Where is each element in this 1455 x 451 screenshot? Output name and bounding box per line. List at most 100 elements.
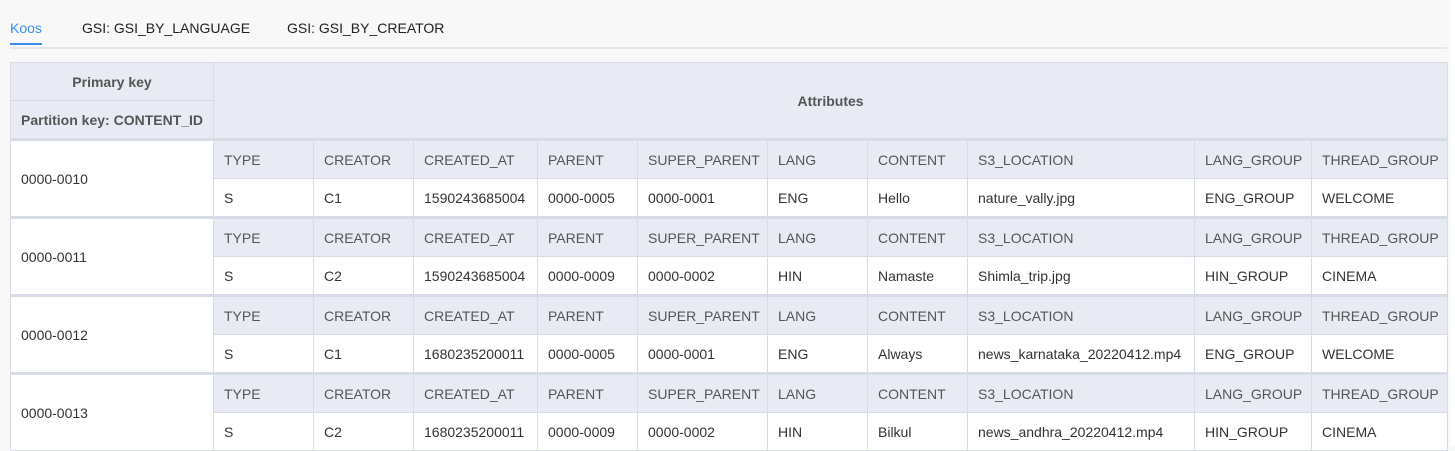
attribute-value[interactable]: CINEMA [1310, 256, 1449, 296]
attribute-value[interactable]: Bilkul [867, 412, 968, 451]
primary-key-header: Primary key [10, 62, 214, 101]
attribute-name: S3_LOCATION [967, 372, 1195, 413]
attribute-value[interactable]: HIN [767, 412, 868, 451]
attribute-value[interactable]: news_andhra_20220412.mp4 [967, 412, 1195, 451]
attribute-value[interactable]: Shimla_trip.jpg [967, 256, 1195, 296]
attribute-value[interactable]: 0000-0002 [637, 412, 768, 451]
attribute-name: CREATOR [313, 139, 414, 179]
attribute-value[interactable]: S [213, 178, 314, 218]
partition-key-value[interactable]: 0000-0012 [10, 294, 214, 374]
attribute-value[interactable]: 0000-0002 [637, 256, 768, 296]
partition-key-header: Partition key: CONTENT_ID [10, 100, 214, 141]
attribute-name: THREAD_GROUP [1310, 294, 1449, 335]
attribute-value[interactable]: Always [867, 334, 968, 374]
attribute-value[interactable]: 1590243685004 [413, 256, 538, 296]
attribute-name: PARENT [537, 294, 638, 335]
attribute-value[interactable]: HIN_GROUP [1194, 256, 1312, 296]
attribute-name: CREATOR [313, 216, 414, 257]
item-attribute-names-row: 0000-0013 TYPE CREATOR CREATED_AT PARENT SUPE… [10, 372, 1449, 451]
attribute-name: SUPER_PARENT [637, 372, 768, 413]
item-attribute-names-row: 0000-0012 TYPE CREATOR CREATED_AT PARENT SUPE… [10, 294, 1449, 374]
attribute-value[interactable]: C1 [313, 178, 414, 218]
attribute-value[interactable]: Namaste [867, 256, 968, 296]
attribute-value[interactable]: 1680235200011 [413, 412, 538, 451]
attribute-name: CONTENT [867, 372, 968, 413]
item-attribute-values-row: S C2 1680235200011 0000-0009 0000-0002 HIN Bil… [11, 412, 1449, 451]
attribute-name: CONTENT [867, 139, 968, 179]
attribute-name: TYPE [213, 294, 314, 335]
attribute-name: TYPE [213, 372, 314, 413]
attribute-name: PARENT [537, 372, 638, 413]
attribute-value[interactable]: 1680235200011 [413, 334, 538, 374]
attribute-name: S3_LOCATION [967, 294, 1195, 335]
scrollbar-track [1450, 0, 1455, 446]
attribute-name: CREATED_AT [413, 372, 538, 413]
attribute-value[interactable]: ENG [767, 334, 868, 374]
attribute-name: CREATED_AT [413, 216, 538, 257]
attribute-value[interactable]: ENG_GROUP [1194, 178, 1312, 218]
attribute-name: THREAD_GROUP [1310, 139, 1449, 179]
attribute-value[interactable]: news_karnataka_20220412.mp4 [967, 334, 1195, 374]
attribute-name: LANG_GROUP [1194, 216, 1312, 257]
attribute-name: SUPER_PARENT [637, 139, 768, 179]
item-attribute-names-row: 0000-0011 TYPE CREATOR CREATED_AT PARENT SUPE… [10, 216, 1449, 296]
partition-key-value[interactable]: 0000-0011 [10, 216, 214, 296]
attribute-name: THREAD_GROUP [1310, 216, 1449, 257]
attribute-value[interactable]: 0000-0001 [637, 334, 768, 374]
attribute-value[interactable]: HIN [767, 256, 868, 296]
attribute-value[interactable]: Hello [867, 178, 968, 218]
attribute-value[interactable]: HIN_GROUP [1194, 412, 1312, 451]
item-attribute-names-row: 0000-0010 TYPE CREATOR CREATED_AT PARENT SUPE… [10, 139, 1449, 218]
item-attribute-values-row: S C1 1680235200011 0000-0005 0000-0001 ENG Alw… [11, 334, 1449, 374]
attribute-name: CREATOR [313, 294, 414, 335]
tab-gsi-by-creator[interactable]: GSI: GSI_BY_CREATOR [287, 20, 444, 45]
attribute-name: LANG_GROUP [1194, 372, 1312, 413]
attribute-name: PARENT [537, 139, 638, 179]
attribute-value[interactable]: S [213, 256, 314, 296]
attribute-value[interactable]: 0000-0005 [537, 334, 638, 374]
attribute-name: CREATED_AT [413, 294, 538, 335]
attribute-name: LANG_GROUP [1194, 294, 1312, 335]
attribute-name: SUPER_PARENT [637, 216, 768, 257]
attribute-value[interactable]: ENG [767, 178, 868, 218]
attribute-name: LANG [767, 216, 868, 257]
attribute-value[interactable]: CINEMA [1310, 412, 1449, 451]
items-table: Primary key Attributes Partition key: CO… [10, 62, 1449, 451]
attribute-value[interactable]: 0000-0001 [637, 178, 768, 218]
partition-key-value[interactable]: 0000-0013 [10, 372, 214, 451]
attribute-value[interactable]: C1 [313, 334, 414, 374]
attribute-name: THREAD_GROUP [1310, 372, 1449, 413]
attribute-name: CONTENT [867, 294, 968, 335]
attribute-value[interactable]: 0000-0009 [537, 256, 638, 296]
attribute-name: LANG [767, 372, 868, 413]
attribute-name: TYPE [213, 139, 314, 179]
tab-gsi-by-language[interactable]: GSI: GSI_BY_LANGUAGE [82, 20, 250, 45]
attribute-value[interactable]: WELCOME [1310, 178, 1449, 218]
attribute-value[interactable]: C2 [313, 412, 414, 451]
attribute-name: PARENT [537, 216, 638, 257]
attribute-name: LANG_GROUP [1194, 139, 1312, 179]
tab-koos[interactable]: Koos [10, 20, 42, 45]
attribute-value[interactable]: 0000-0009 [537, 412, 638, 451]
attribute-name: LANG [767, 139, 868, 179]
attribute-name: S3_LOCATION [967, 216, 1195, 257]
attribute-name: S3_LOCATION [967, 139, 1195, 179]
attribute-value[interactable]: S [213, 412, 314, 451]
attribute-value[interactable]: 1590243685004 [413, 178, 538, 218]
attribute-name: CREATED_AT [413, 139, 538, 179]
attribute-value[interactable]: nature_vally.jpg [967, 178, 1195, 218]
attribute-value[interactable]: C2 [313, 256, 414, 296]
attribute-name: LANG [767, 294, 868, 335]
attribute-name: CREATOR [313, 372, 414, 413]
item-attribute-values-row: S C1 1590243685004 0000-0005 0000-0001 ENG Hel… [11, 178, 1449, 218]
attribute-value[interactable]: ENG_GROUP [1194, 334, 1312, 374]
attribute-value[interactable]: WELCOME [1310, 334, 1449, 374]
attribute-name: CONTENT [867, 216, 968, 257]
attribute-name: TYPE [213, 216, 314, 257]
item-attribute-values-row: S C2 1590243685004 0000-0009 0000-0002 HIN Nam… [11, 256, 1449, 296]
partition-key-value[interactable]: 0000-0010 [10, 139, 214, 218]
attribute-name: SUPER_PARENT [637, 294, 768, 335]
tab-bar: Koos GSI: GSI_BY_LANGUAGE GSI: GSI_BY_CR… [10, 0, 1447, 49]
attribute-value[interactable]: 0000-0005 [537, 178, 638, 218]
attribute-value[interactable]: S [213, 334, 314, 374]
